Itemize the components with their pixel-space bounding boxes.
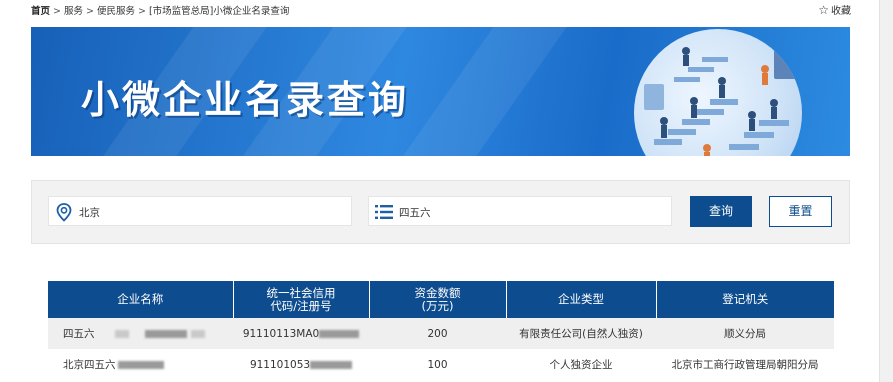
cell-authority: 顺义分局	[656, 318, 834, 349]
redacted-mark	[319, 329, 360, 338]
breadcrumb-home[interactable]: 首页	[31, 6, 50, 17]
reset-button[interactable]: 重置	[769, 196, 832, 227]
banner-illustration	[634, 29, 802, 156]
location-value: 北京	[79, 207, 100, 219]
redacted-mark	[144, 330, 187, 338]
scrollbar[interactable]	[879, 0, 893, 382]
query-button[interactable]: 查询	[690, 196, 752, 227]
favorite-label: 收藏	[831, 6, 851, 17]
header-authority: 登记机关	[656, 281, 834, 318]
table-header-row: 企业名称 统一社会信用 代码/注册号 资金数额 (万元) 企业类型 登记机关	[48, 281, 834, 318]
redacted-mark	[310, 360, 353, 369]
company-name-value: 四五六	[399, 207, 431, 219]
breadcrumb-item-current: [市场监管总局]小微企业名录查询	[148, 6, 290, 17]
star-outline-icon: ☆	[818, 3, 829, 17]
header-company-name: 企业名称	[48, 281, 234, 318]
banner: 小微企业名录查询	[31, 27, 850, 156]
cell-capital: 100	[369, 349, 506, 380]
banner-title: 小微企业名录查询	[81, 78, 410, 122]
stairs-people-illustration	[644, 47, 796, 156]
search-panel: 北京 四五六 查询 重置	[31, 180, 850, 244]
breadcrumb-item-public-services[interactable]: 便民服务	[97, 6, 135, 17]
redacted-mark	[117, 361, 164, 369]
cell-credit-code: 91110113MA0	[233, 318, 369, 349]
cell-capital: 200	[369, 318, 506, 349]
breadcrumb: 首页 > 服务 > 便民服务 > [市场监管总局]小微企业名录查询	[31, 6, 290, 17]
breadcrumb-item-services[interactable]: 服务	[64, 6, 83, 17]
location-pin-icon	[56, 203, 72, 222]
location-field[interactable]: 北京	[48, 196, 352, 226]
redacted-mark	[114, 330, 129, 338]
cell-company-type: 有限责任公司(自然人独资)	[506, 318, 656, 349]
favorite-button[interactable]: ☆ 收藏	[818, 2, 851, 17]
header-company-type: 企业类型	[506, 281, 657, 318]
header-credit-code: 统一社会信用 代码/注册号	[233, 281, 370, 318]
page: 首页 > 服务 > 便民服务 > [市场监管总局]小微企业名录查询 ☆ 收藏 小微企业名录查询	[0, 0, 893, 382]
banner-stripe	[393, 27, 569, 156]
cell-credit-code: 911101053	[233, 349, 369, 380]
redacted-mark	[190, 330, 205, 338]
cell-company-name: 北京四五六	[48, 349, 233, 380]
cell-company-name: 四五六	[48, 318, 233, 349]
table-row[interactable]: 北京四五六 911101053 100 个人独资企业 北京市工商行政管理局朝阳分…	[48, 349, 834, 380]
list-icon	[375, 205, 393, 219]
cell-authority: 北京市工商行政管理局朝阳分局	[656, 349, 834, 380]
header-credit-code-text: 统一社会信用 代码/注册号	[266, 285, 336, 313]
header-capital: 资金数额 (万元)	[369, 281, 507, 318]
results-table: 企业名称 统一社会信用 代码/注册号 资金数额 (万元) 企业类型 登记机关 四…	[48, 281, 834, 380]
company-name-field[interactable]: 四五六	[368, 196, 672, 226]
cell-company-type: 个人独资企业	[506, 349, 656, 380]
header-capital-text: 资金数额 (万元)	[414, 285, 461, 313]
table-row[interactable]: 四五六 91110113MA0 200 有限责任公司(自然人独资) 顺义分局	[48, 318, 834, 349]
top-bar: 首页 > 服务 > 便民服务 > [市场监管总局]小微企业名录查询 ☆ 收藏	[0, 0, 893, 20]
